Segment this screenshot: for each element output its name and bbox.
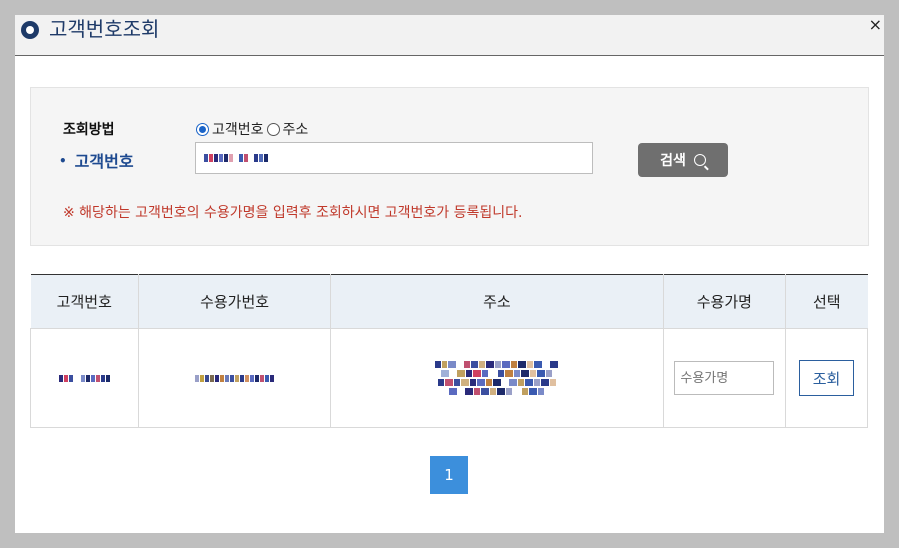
radio-address-label[interactable]: 주소 [283,119,309,139]
radio-address[interactable] [266,122,280,136]
header-address: 주소 [330,274,664,329]
table-header-row: 고객번호 수용가번호 주소 수용가명 선택 [30,274,868,329]
customer-number-field-label: • 고객번호 [59,148,134,172]
masked-customer-number [32,374,137,382]
customer-lookup-dialog: 고객번호조회 × 조회방법 고객번호 주소 • 고객번호 검색 ※ 해당하는 고객… [15,15,884,533]
circle-icon [21,21,39,39]
radio-customer-number[interactable] [196,122,209,136]
masked-address [332,361,662,395]
bullet-icon: • [59,154,67,168]
masked-account-number [140,374,329,382]
search-notice: ※ 해당하는 고객번호의 수용가명을 입력후 조회하시면 고객번호가 등록됩니다… [63,205,523,221]
header-customer-number: 고객번호 [30,274,140,329]
masked-value [204,154,268,162]
search-icon [693,154,706,166]
cell-customer-number [29,328,140,428]
customer-name-input[interactable] [674,361,775,395]
header-account-number: 수용가번호 [138,274,332,329]
search-button[interactable]: 검색 [638,143,728,177]
search-button-label: 검색 [660,153,686,169]
lookup-button[interactable]: 조회 [799,360,855,396]
close-button[interactable]: × [869,15,882,35]
dialog-header: 고객번호조회 × [15,15,884,56]
dialog-title: 고객번호조회 [49,17,160,41]
cell-select: 조회 [785,328,868,428]
customer-number-input[interactable] [195,142,593,174]
page-1-button[interactable]: 1 [430,456,468,494]
cell-address [330,328,664,428]
cell-account-number [138,328,332,428]
header-select: 선택 [785,274,868,329]
search-method-options: 고객번호 주소 [196,119,311,139]
cell-customer-name [662,328,787,428]
results-table: 고객번호 수용가번호 주소 수용가명 선택 수용가명 조회 [29,274,868,428]
search-method-label: 조회방법 [63,122,115,138]
header-customer-name: 수용가명 [663,274,787,329]
field-label-text: 고객번호 [74,152,134,171]
search-panel: 조회방법 고객번호 주소 • 고객번호 검색 ※ 해당하는 고객번호의 수용가명을… [30,87,869,246]
radio-customer-number-label[interactable]: 고객번호 [212,119,264,139]
table-row: 조회 [29,328,868,428]
